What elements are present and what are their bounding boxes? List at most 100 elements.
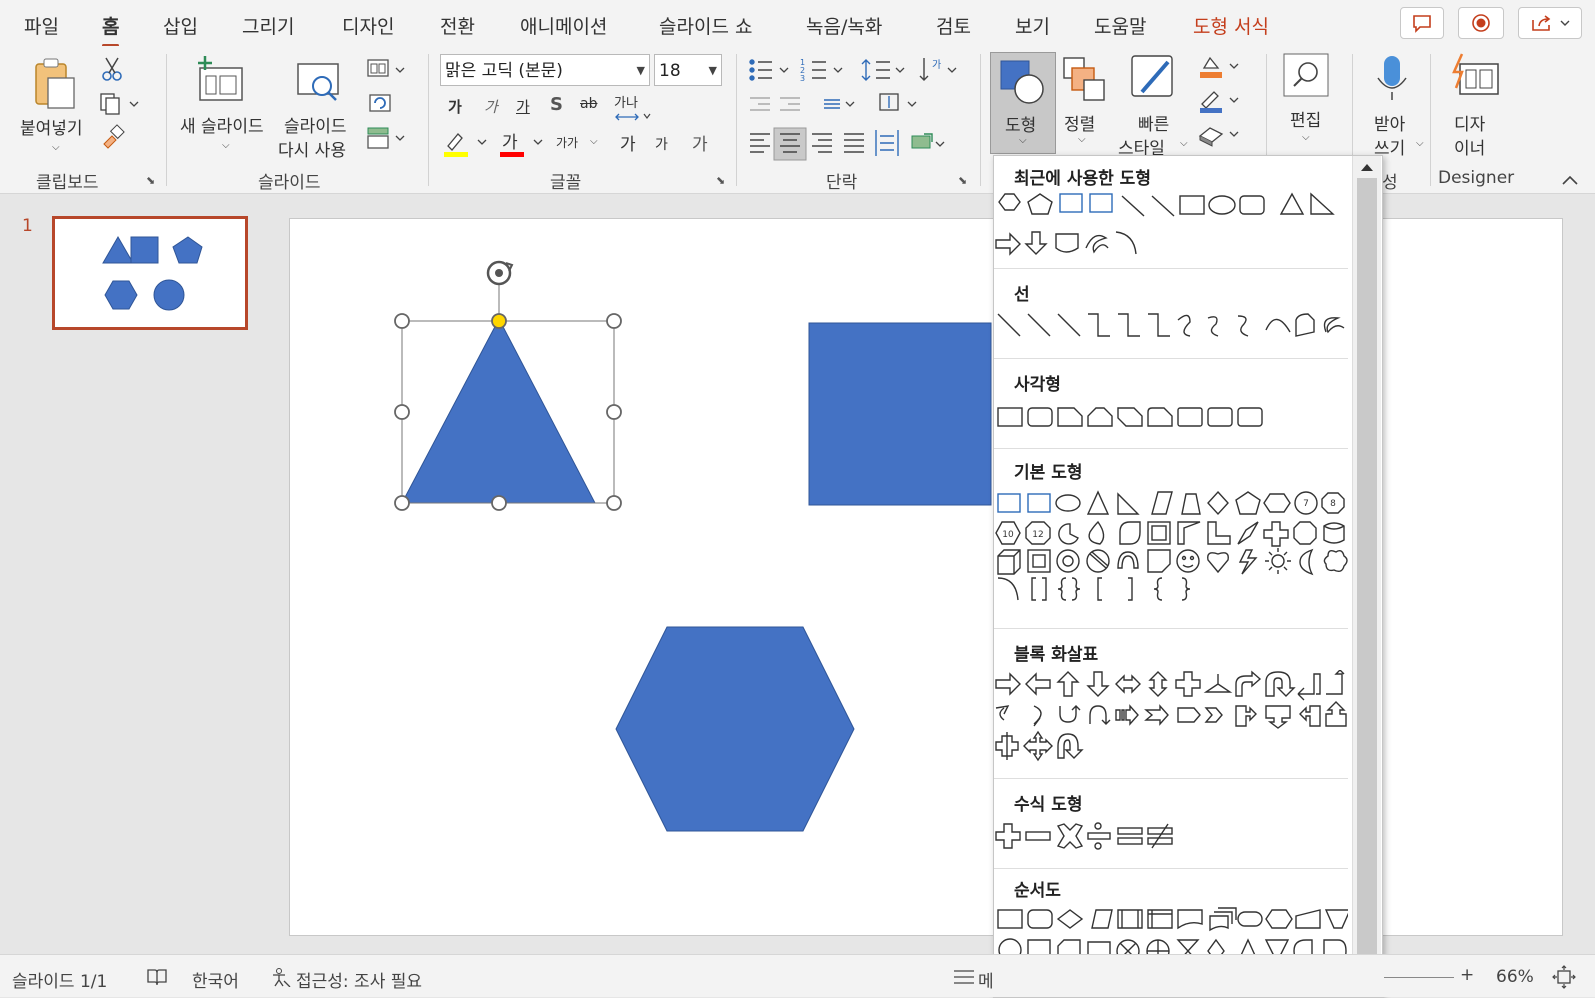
equation-shapes-grid[interactable] [994, 820, 1348, 860]
line-shapes-grid[interactable] [994, 310, 1348, 350]
tab-home[interactable]: 홈 [102, 12, 120, 47]
font-group-label: 글꼴 [550, 173, 582, 193]
tab-insert[interactable]: 삽입 [163, 12, 198, 39]
format-painter-icon[interactable] [100, 124, 126, 150]
chevron-down-icon: ⌵ [1078, 134, 1086, 145]
spelling-book-icon[interactable] [146, 967, 168, 987]
rectangle-shape[interactable] [808, 322, 992, 506]
zoom-in-button[interactable]: + [1460, 965, 1474, 985]
shapes-gallery-dropdown[interactable]: 최근에 사용한 도형 선 사각형 기본 도형 7 8 10 12 블록 화살표 … [993, 155, 1383, 998]
rotate-handle-icon[interactable] [486, 260, 514, 286]
character-spacing-button[interactable]: 가나 [614, 92, 638, 111]
paragraph-controls[interactable]: 123 가 [748, 54, 968, 166]
gallery-scrollbar[interactable] [1352, 156, 1381, 997]
slide-thumbnail-1[interactable] [52, 216, 248, 330]
tab-help[interactable]: 도움말 [1094, 12, 1146, 39]
record-button[interactable] [1458, 7, 1504, 39]
font-size-combo[interactable]: 18 ▼ [654, 54, 722, 86]
chevron-down-icon: ⌵ [222, 140, 230, 151]
clipboard-launcher-icon[interactable]: ⬊ [146, 174, 155, 187]
zoom-level[interactable]: 66% [1496, 967, 1534, 987]
tab-draw[interactable]: 그리기 [242, 12, 294, 39]
shadow-button[interactable]: S [550, 94, 563, 115]
font-name-combo[interactable]: 맑은 고딕 (본문) ▼ [440, 54, 650, 86]
collapse-ribbon-icon[interactable] [1560, 174, 1580, 188]
font-launcher-icon[interactable]: ⬊ [716, 174, 725, 187]
section-divider [994, 778, 1348, 779]
hexagon-shape[interactable] [615, 626, 855, 832]
block-arrows-grid[interactable] [994, 670, 1348, 780]
change-case-button[interactable]: 가가 [556, 134, 578, 151]
paragraph-launcher-icon[interactable]: ⬊ [958, 174, 967, 187]
chevron-down-icon [533, 139, 543, 145]
tab-view[interactable]: 보기 [1015, 12, 1050, 39]
shape-outline-icon[interactable] [1196, 88, 1246, 114]
shape-effects-icon[interactable] [1196, 122, 1246, 148]
comments-button[interactable] [1400, 7, 1444, 39]
reuse-slides-icon [297, 63, 339, 101]
accessibility-icon[interactable] [270, 967, 292, 987]
bold-button[interactable]: 가 [448, 96, 462, 117]
zoom-slider[interactable] [1384, 977, 1454, 978]
section-icon[interactable] [366, 124, 410, 150]
strikethrough-button[interactable]: ab [580, 96, 597, 112]
dictate-button[interactable]: 받아 쓰기 ⌵ [1360, 52, 1424, 162]
font-color-glyph: 가 [502, 133, 518, 153]
rectangle-shapes-grid[interactable] [994, 400, 1348, 440]
paste-icon [35, 58, 75, 109]
accessibility-status[interactable]: 접근성: 조사 필요 [296, 967, 422, 992]
shape-fill-icon[interactable] [1196, 54, 1246, 80]
adjust-handle-yellow[interactable] [491, 313, 507, 329]
clear-format-button[interactable]: 가 [692, 130, 708, 155]
shapes-button[interactable]: 도형 ⌵ [990, 52, 1056, 154]
reset-slide-icon[interactable] [366, 90, 396, 116]
share-icon [1532, 15, 1570, 31]
editing-button[interactable]: 편집 ⌵ [1276, 52, 1336, 152]
reuse-slides-button[interactable]: 슬라이드 다시 사용 [278, 54, 362, 164]
chevron-down-icon: ⌵ [1180, 138, 1188, 149]
new-slide-button[interactable]: 새 슬라이드 ⌵ [178, 54, 278, 164]
svg-text:3: 3 [800, 74, 805, 83]
tab-slideshow[interactable]: 슬라이드 쇼 [659, 12, 752, 39]
font-color-button[interactable]: 가 [500, 128, 550, 158]
copy-icon[interactable] [98, 90, 142, 116]
scroll-up-icon[interactable] [1353, 158, 1381, 178]
group-divider [980, 54, 981, 186]
tab-shape-format[interactable]: 도형 서식 [1193, 12, 1269, 39]
gallery-section-block-arrows: 블록 화살표 [994, 630, 1348, 780]
badge-eight: 8 [1330, 499, 1336, 509]
highlight-color-icon[interactable] [442, 128, 496, 158]
paste-button[interactable]: 붙여넣기 ⌵ [14, 54, 94, 164]
basic-shapes-grid[interactable]: 7 8 10 12 [994, 490, 1348, 630]
record-icon [1472, 14, 1490, 32]
slide-count: 슬라이드 1/1 [12, 972, 108, 992]
cut-icon[interactable] [100, 56, 124, 82]
slide-number: 1 [22, 216, 33, 236]
share-button[interactable] [1518, 7, 1582, 39]
underline-button[interactable]: 가 [516, 96, 530, 117]
designer-label-2: 이너 [1454, 139, 1486, 159]
notes-button[interactable]: 메 [978, 967, 994, 992]
tab-review[interactable]: 검토 [936, 12, 971, 39]
section-title: 기본 도형 [1014, 463, 1083, 483]
tab-record[interactable]: 녹음/녹화 [806, 12, 882, 39]
language-status[interactable]: 한국어 [192, 967, 239, 992]
shrink-font-button[interactable]: 가 [655, 134, 668, 154]
tab-transitions[interactable]: 전환 [440, 12, 475, 39]
quick-styles-button[interactable]: 빠른 스타일 ⌵ [1118, 52, 1192, 162]
section-divider [994, 448, 1348, 449]
fit-to-window-icon[interactable] [1552, 965, 1576, 989]
layout-icon[interactable] [366, 56, 410, 82]
arrange-label: 정렬 [1064, 115, 1096, 135]
italic-button[interactable]: 가 [484, 96, 498, 117]
tab-design[interactable]: 디자인 [342, 12, 394, 39]
arrange-button[interactable]: 정렬 ⌵ [1058, 52, 1112, 152]
grow-font-button[interactable]: 가 [620, 130, 636, 155]
tab-file[interactable]: 파일 [24, 12, 59, 39]
notes-icon[interactable] [952, 967, 976, 987]
designer-button[interactable]: 디자 이너 [1440, 52, 1510, 162]
tab-animations[interactable]: 애니메이션 [520, 12, 607, 39]
triangle-shape[interactable] [401, 317, 596, 504]
scrollbar-thumb[interactable] [1357, 178, 1377, 978]
recent-shapes-grid[interactable] [994, 192, 1348, 272]
